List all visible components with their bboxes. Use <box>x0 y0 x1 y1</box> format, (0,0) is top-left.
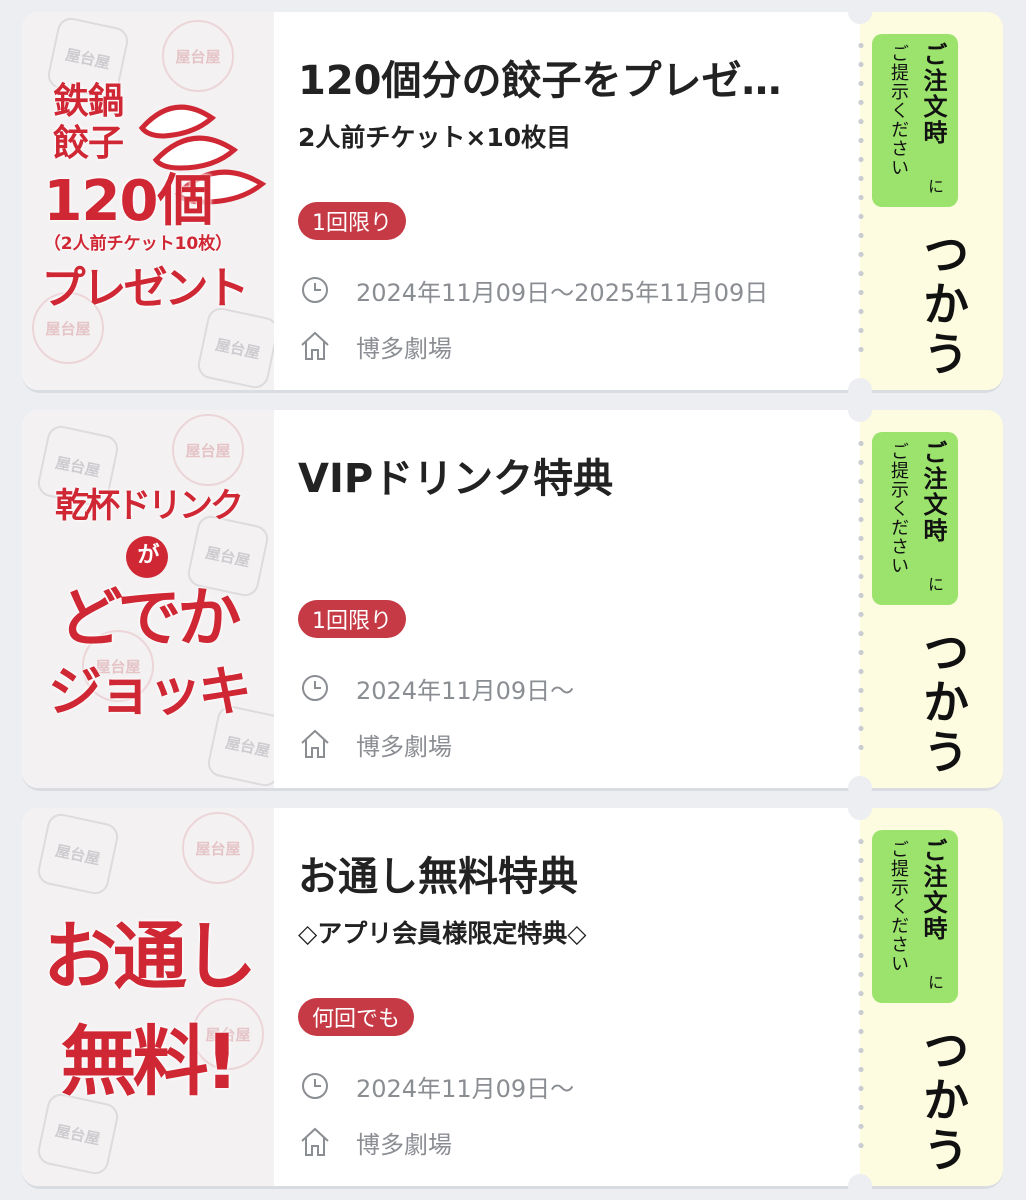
venue: 博多劇場 <box>298 328 452 364</box>
banner-text: 乾杯ドリンク <box>55 486 244 526</box>
coupon-title: お通し無料特典 <box>298 854 578 900</box>
banner-text: お通し <box>43 914 257 1000</box>
clock-icon <box>298 1069 332 1103</box>
venue: 博多劇場 <box>298 726 452 762</box>
use-button[interactable]: つかう <box>910 1026 976 1176</box>
perforation <box>858 434 864 764</box>
instruction-main: ご注文時 <box>919 42 947 146</box>
banner-text: 無料! <box>60 1017 240 1106</box>
usage-limit-badge: 1回限り <box>298 202 406 240</box>
instruction-main: ご注文時 <box>919 838 947 942</box>
coupon-title: 120個分の餃子をプレゼ… <box>298 58 782 104</box>
perforation <box>858 36 864 366</box>
instruction-main: ご注文時 <box>919 440 947 544</box>
instruction-sub: ご提示ください <box>888 840 909 973</box>
coupon-subtitle: 2人前チケット×10枚目 <box>298 123 572 152</box>
validity-period: 2024年11月09日〜2025年11月09日 <box>298 272 768 308</box>
home-icon <box>298 727 332 761</box>
usage-limit-badge: 1回限り <box>298 600 406 638</box>
instruction-ni: に <box>925 974 944 990</box>
venue-name: 博多劇場 <box>356 732 452 761</box>
coupon-banner-image: 屋台屋 屋台屋 屋台屋 屋台屋 お通し 無料! <box>22 808 274 1186</box>
coupon-banner-image: 屋台屋 屋台屋 屋台屋 屋台屋 屋台屋 乾杯ドリンク が どでか ジョッキ <box>22 410 274 788</box>
validity-period: 2024年11月09日〜 <box>298 670 574 706</box>
validity-period: 2024年11月09日〜 <box>298 1068 574 1104</box>
venue-name: 博多劇場 <box>356 334 452 363</box>
instruction-ni: に <box>925 178 944 194</box>
clock-icon <box>298 671 332 705</box>
banner-text: プレゼント <box>41 263 250 314</box>
home-icon <box>298 329 332 363</box>
instruction-ni: に <box>925 576 944 592</box>
validity-date: 2024年11月09日〜 <box>356 676 575 705</box>
instruction-sub: ご提示ください <box>888 44 909 177</box>
watermark: 屋台屋 <box>172 414 244 486</box>
banner-text: どでか <box>58 582 242 656</box>
use-button[interactable]: つかう <box>910 628 976 778</box>
validity-date: 2024年11月09日〜2025年11月09日 <box>356 278 769 307</box>
coupon-card[interactable]: 屋台屋 屋台屋 屋台屋 屋台屋 お通し 無料! お通し無料特典 ◇アプリ会員様限… <box>22 796 1003 1198</box>
validity-date: 2024年11月09日〜 <box>356 1074 575 1103</box>
banner-text: （2人前チケット10枚） <box>43 234 233 254</box>
usage-limit-badge: 何回でも <box>298 998 415 1036</box>
perforation <box>858 832 864 1162</box>
watermark: 屋台屋 <box>182 812 254 884</box>
watermark: 屋台屋 <box>195 305 274 390</box>
coupon-subtitle: ◇アプリ会員様限定特典◇ <box>298 919 587 948</box>
coupon-title: VIPドリンク特典 <box>298 456 614 502</box>
banner-text: 餃子 <box>52 123 124 164</box>
banner-text: が <box>137 543 159 568</box>
coupon-card[interactable]: 屋台屋 屋台屋 屋台屋 屋台屋 屋台屋 乾杯ドリンク が どでか ジョッキ VI… <box>22 398 1003 800</box>
watermark: 屋台屋 <box>35 811 121 897</box>
banner-text: 120個 <box>43 169 214 234</box>
banner-text: 鉄鍋 <box>52 81 124 122</box>
home-icon <box>298 1125 332 1159</box>
coupon-card[interactable]: 屋台屋 屋台屋 屋台屋 屋台屋 鉄鍋 餃子 120個 （2人前チケット10枚） … <box>22 0 1003 402</box>
coupon-banner-image: 屋台屋 屋台屋 屋台屋 屋台屋 鉄鍋 餃子 120個 （2人前チケット10枚） … <box>22 12 274 390</box>
venue-name: 博多劇場 <box>356 1130 452 1159</box>
venue: 博多劇場 <box>298 1124 452 1160</box>
clock-icon <box>298 273 332 307</box>
use-button[interactable]: つかう <box>910 230 976 380</box>
instruction-sub: ご提示ください <box>888 442 909 575</box>
banner-text: ジョッキ <box>48 660 252 723</box>
